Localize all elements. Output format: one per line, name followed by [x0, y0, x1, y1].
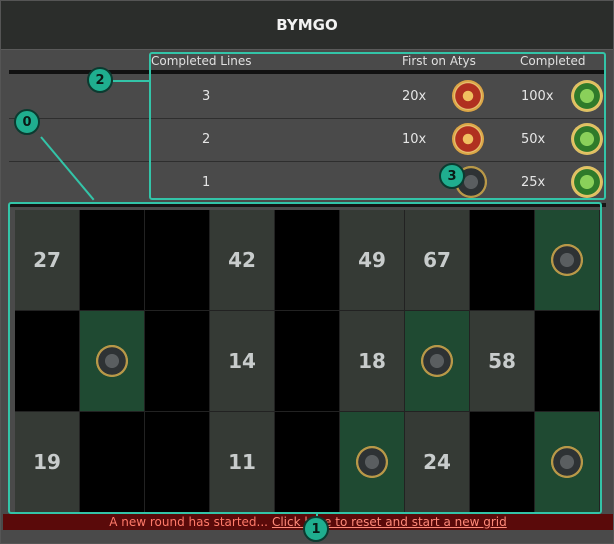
- annotation-badge-2: 2: [87, 67, 113, 93]
- badge-2-leader: [113, 80, 151, 82]
- grid-highlight: [8, 202, 602, 514]
- annotation-badge-3: 3: [439, 163, 465, 189]
- status-message: A new round has started...: [109, 515, 268, 529]
- window-title: BYMGO: [1, 1, 613, 50]
- annotation-badge-1: 1: [303, 516, 329, 542]
- bymgo-window: BYMGO Completed Lines First on Atys Comp…: [0, 0, 614, 544]
- table-highlight: [149, 52, 606, 200]
- annotation-badge-0: 0: [14, 109, 40, 135]
